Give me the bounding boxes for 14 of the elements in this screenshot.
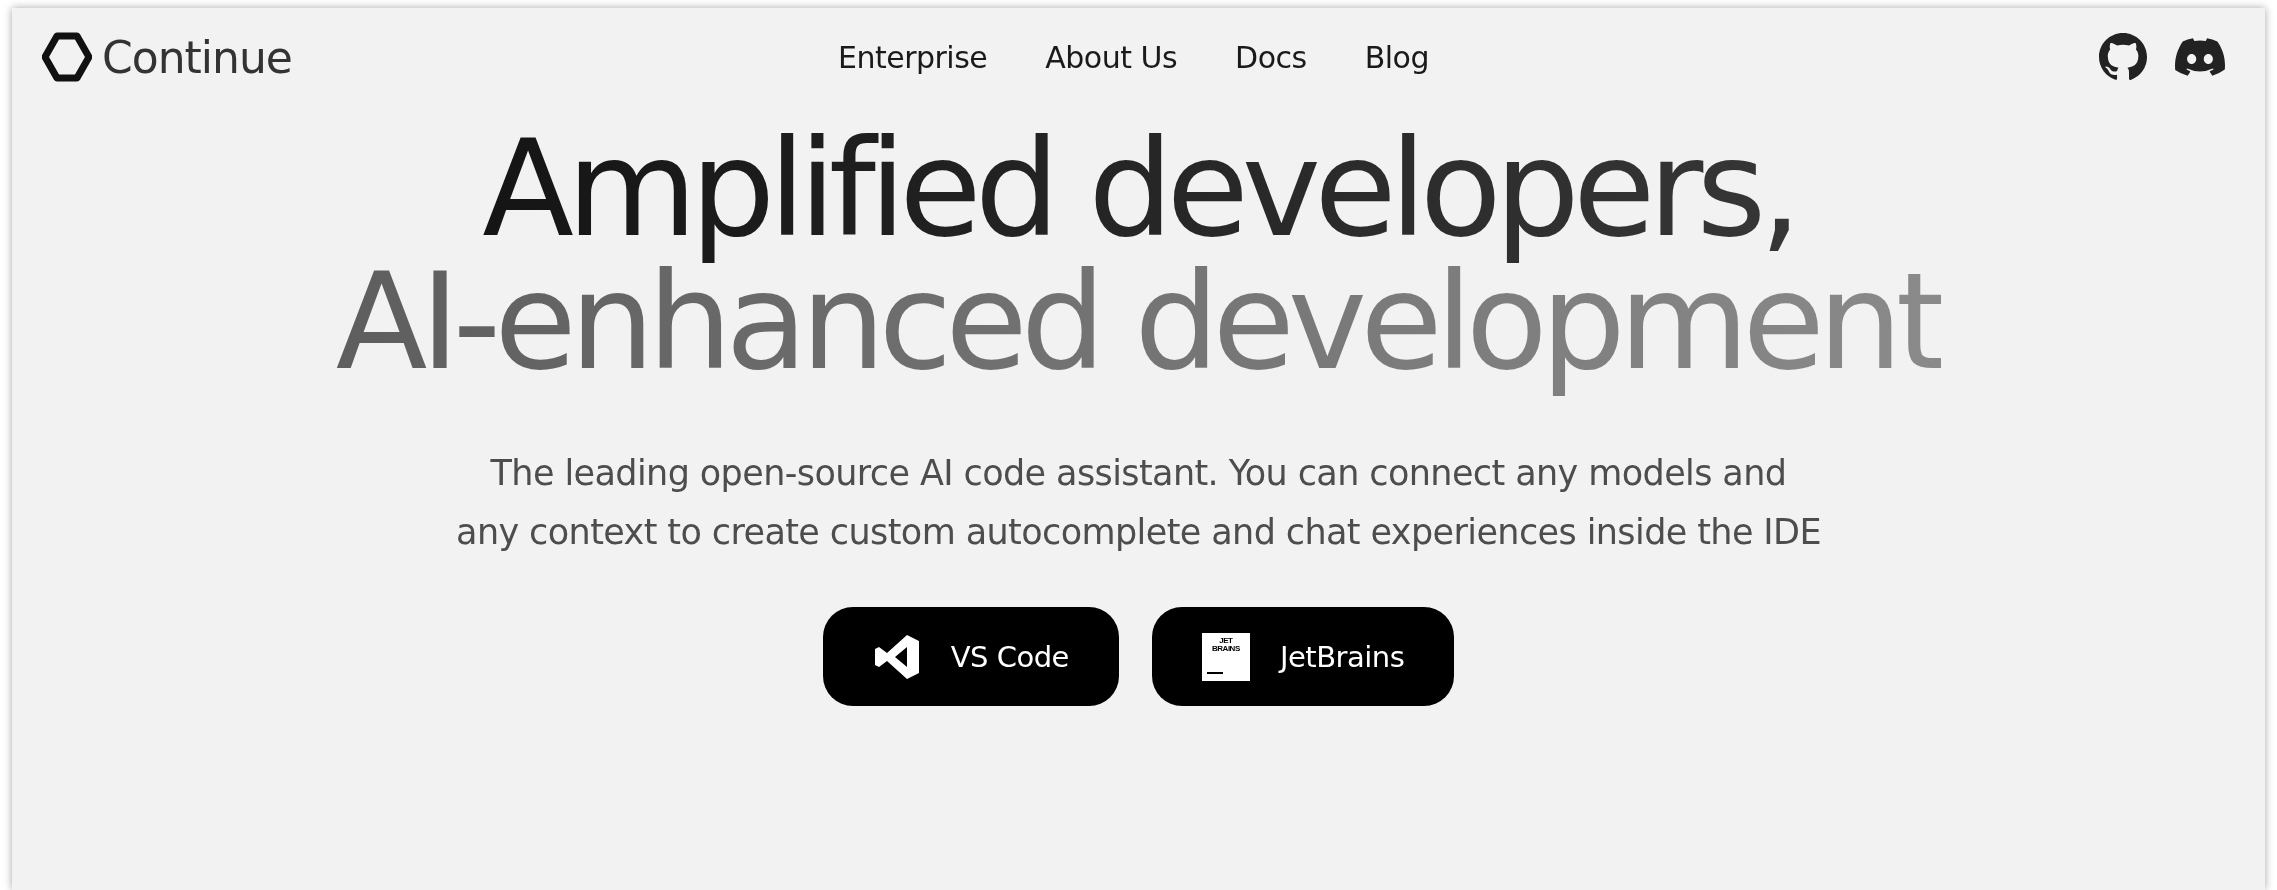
github-icon[interactable] (2099, 33, 2147, 81)
nav-link[interactable]: Docs (1235, 39, 1307, 75)
ide-download-button[interactable]: VS Code (822, 607, 1119, 706)
hero-headline: AI-enhanced development (335, 263, 1942, 396)
ide-download-button[interactable]: JET BRAINS JetBrains (1151, 607, 1455, 706)
vscode-icon (872, 632, 921, 681)
discord-icon[interactable] (2175, 38, 2225, 76)
jetbrains-logo: JET BRAINS (1201, 632, 1250, 681)
nav-link[interactable]: Blog (1364, 39, 1430, 75)
nav-link[interactable]: About Us (1045, 39, 1178, 75)
nav-link[interactable]: Enterprise (837, 39, 988, 75)
brand-name[interactable]: Continue (102, 31, 292, 83)
logo-icon (42, 32, 92, 82)
hero-description: The leading open-source AI code assistant. You can connect any models and any context to create custom autocomplete and chat experiences inside the IDE (456, 452, 1821, 554)
